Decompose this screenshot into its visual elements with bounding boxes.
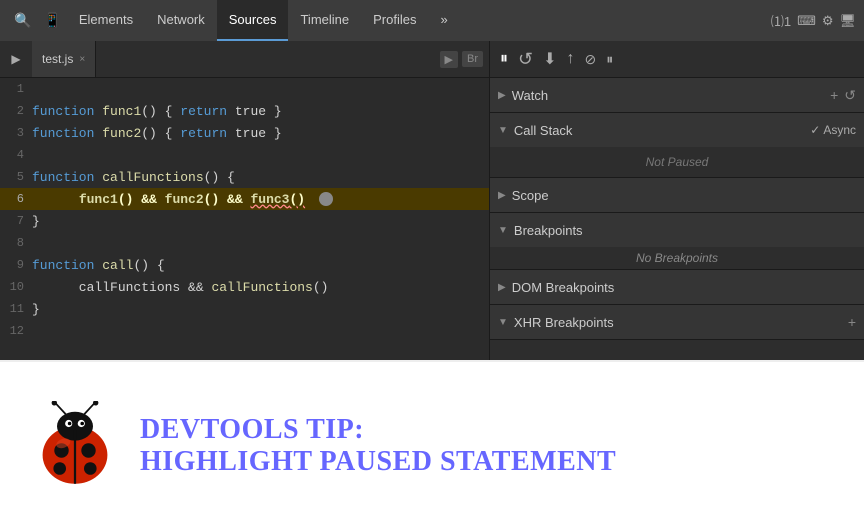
tab-sources[interactable]: Sources <box>217 0 289 41</box>
pause-button[interactable]: ⏸ <box>500 50 508 68</box>
code-line-11: 11 } <box>0 298 489 320</box>
callstack-right: ✓ Async <box>810 123 856 137</box>
xhr-breakpoints-arrow: ▼ <box>498 317 508 328</box>
dom-breakpoints-arrow: ▶ <box>498 282 506 293</box>
tip-title-line2: Highlight Paused Statement <box>140 446 616 478</box>
tip-title-line1: DevTools Tip: <box>140 414 616 446</box>
tab-network[interactable]: Network <box>145 0 217 41</box>
xhr-breakpoints-right: + <box>848 314 856 330</box>
file-toolbar: ▶ test.js × ▶ Br ⏸ ↺ ⬇ ↑ ⊘ ⏸ <box>0 41 864 78</box>
callstack-label: Call Stack <box>514 123 573 138</box>
tab-elements[interactable]: Elements <box>67 0 145 41</box>
tab-profiles[interactable]: Profiles <box>361 0 428 41</box>
callstack-body: Not Paused <box>490 147 864 177</box>
scope-header[interactable]: ▶ Scope <box>490 178 864 212</box>
step-into-button[interactable]: ↑ <box>567 50 575 68</box>
watch-arrow: ▶ <box>498 90 506 101</box>
breakpoints-body: No Breakpoints <box>490 247 864 269</box>
terminal-icon[interactable]: ⌨ <box>797 13 816 29</box>
breakpoints-section: ▼ Breakpoints No Breakpoints <box>490 213 864 270</box>
breakpoint-icon[interactable]: Br <box>462 51 483 67</box>
watch-add-button[interactable]: + <box>830 87 838 103</box>
breakpoints-label: Breakpoints <box>514 223 583 238</box>
callstack-section: ▼ Call Stack ✓ Async Not Paused <box>490 113 864 178</box>
watch-refresh-button[interactable]: ↺ <box>844 87 856 104</box>
tab-more[interactable]: » <box>428 0 459 41</box>
watch-header[interactable]: ▶ Watch + ↺ <box>490 78 864 112</box>
reload-button[interactable]: ↺ <box>518 49 533 70</box>
device-icon[interactable]: 📱 <box>37 12 66 29</box>
code-editor[interactable]: 1 2 function func1() { return true } 3 f… <box>0 78 490 360</box>
code-line-1: 1 <box>0 78 489 100</box>
step-over-button[interactable]: ⬇ <box>543 49 556 69</box>
play-button[interactable]: ▶ <box>0 41 32 77</box>
tip-section: DevTools Tip: Highlight Paused Statement <box>0 360 864 530</box>
code-line-7: 7 } <box>0 210 489 232</box>
dom-breakpoints-section: ▶ DOM Breakpoints <box>490 270 864 305</box>
xhr-breakpoints-section: ▼ XHR Breakpoints + <box>490 305 864 340</box>
xhr-breakpoints-label: XHR Breakpoints <box>514 315 614 330</box>
xhr-add-button[interactable]: + <box>848 314 856 330</box>
gear-icon[interactable]: ⚙ <box>822 13 834 29</box>
debug-controls: ⏸ ↺ ⬇ ↑ ⊘ ⏸ <box>490 49 864 70</box>
callstack-header[interactable]: ▼ Call Stack ✓ Async <box>490 113 864 147</box>
breakpoints-header[interactable]: ▼ Breakpoints <box>490 213 864 247</box>
watch-actions: + ↺ <box>830 87 856 104</box>
file-tab-icons: ▶ Br <box>434 41 489 77</box>
dom-breakpoints-header[interactable]: ▶ DOM Breakpoints <box>490 270 864 304</box>
counter-badge: ⑴1 <box>771 11 791 30</box>
watch-section: ▶ Watch + ↺ <box>490 78 864 113</box>
search-icon[interactable]: 🔍 <box>8 12 37 29</box>
close-tab-button[interactable]: × <box>79 54 85 65</box>
tip-text-block: DevTools Tip: Highlight Paused Statement <box>140 414 616 478</box>
ladybug-image <box>30 401 120 491</box>
devtools-toolbar: 🔍 📱 Elements Network Sources Timeline Pr… <box>0 0 864 41</box>
code-line-6: 6 func1() && func2() && func3() <box>0 188 489 210</box>
pause-exceptions-button[interactable]: ⏸ <box>606 51 613 68</box>
callstack-arrow: ▼ <box>498 125 508 136</box>
file-tab-name: test.js <box>42 52 73 66</box>
code-line-12: 12 <box>0 320 489 342</box>
code-line-4: 4 <box>0 144 489 166</box>
right-panel: ▶ Watch + ↺ ▼ Call Stack ✓ Async <box>490 78 864 360</box>
scope-section: ▶ Scope <box>490 178 864 213</box>
code-line-8: 8 <box>0 232 489 254</box>
breakpoints-arrow: ▼ <box>498 225 508 236</box>
watch-label: Watch <box>512 88 548 103</box>
toolbar-right: ⑴1 ⌨ ⚙ 🖥 <box>771 11 856 30</box>
code-line-9: 9 function call() { <box>0 254 489 276</box>
code-line-3: 3 function func2() { return true } <box>0 122 489 144</box>
dom-breakpoints-label: DOM Breakpoints <box>512 280 615 295</box>
file-tab-testjs[interactable]: test.js × <box>32 41 96 77</box>
format-icon[interactable]: ▶ <box>440 51 458 68</box>
xhr-breakpoints-header[interactable]: ▼ XHR Breakpoints + <box>490 305 864 339</box>
async-checkmark: ✓ <box>810 123 820 137</box>
monitor-icon[interactable]: 🖥 <box>839 13 856 29</box>
async-label: Async <box>823 123 856 137</box>
code-line-10: 10 callFunctions && callFunctions() <box>0 276 489 298</box>
tab-timeline[interactable]: Timeline <box>288 0 361 41</box>
async-checkbox-group[interactable]: ✓ Async <box>810 123 856 137</box>
code-line-5: 5 function callFunctions() { <box>0 166 489 188</box>
code-line-2: 2 function func1() { return true } <box>0 100 489 122</box>
tab-nav: Elements Network Sources Timeline Profil… <box>67 0 460 41</box>
scope-arrow: ▶ <box>498 190 506 201</box>
deactivate-button[interactable]: ⊘ <box>585 51 597 68</box>
scope-label: Scope <box>512 188 549 203</box>
devtools-panel: 1 2 function func1() { return true } 3 f… <box>0 78 864 360</box>
file-tab-area: ▶ test.js × ▶ Br <box>0 41 490 77</box>
